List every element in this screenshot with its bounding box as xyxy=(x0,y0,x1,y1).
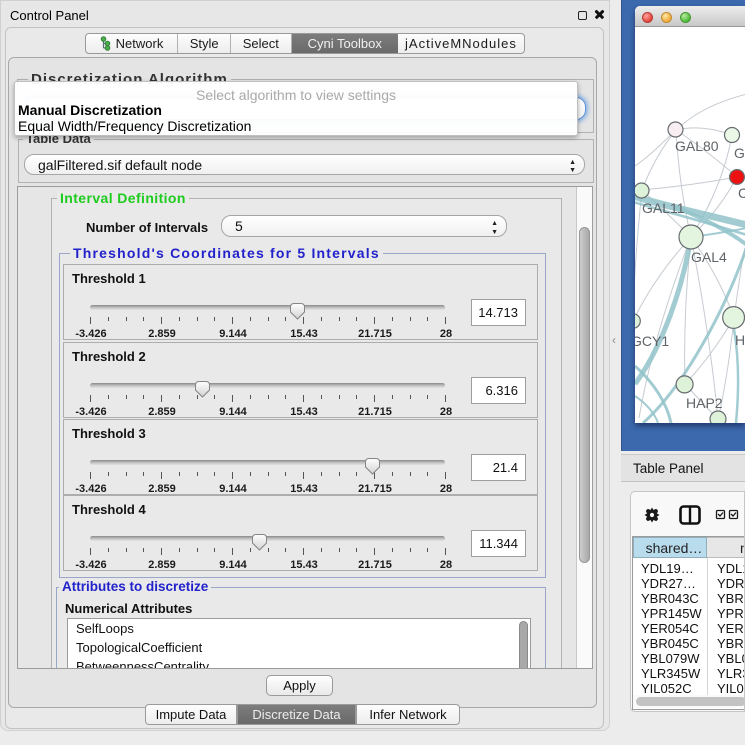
svg-text:GAL11: GAL11 xyxy=(642,200,685,216)
svg-text:HAP2: HAP2 xyxy=(686,395,723,411)
svg-text:C: C xyxy=(738,185,745,201)
svg-text:GAL4: GAL4 xyxy=(691,249,727,265)
svg-text:H: H xyxy=(735,332,745,348)
svg-text:GAL80: GAL80 xyxy=(675,138,719,154)
svg-text:GCY1: GCY1 xyxy=(635,333,669,349)
svg-text:GA: GA xyxy=(734,145,745,161)
